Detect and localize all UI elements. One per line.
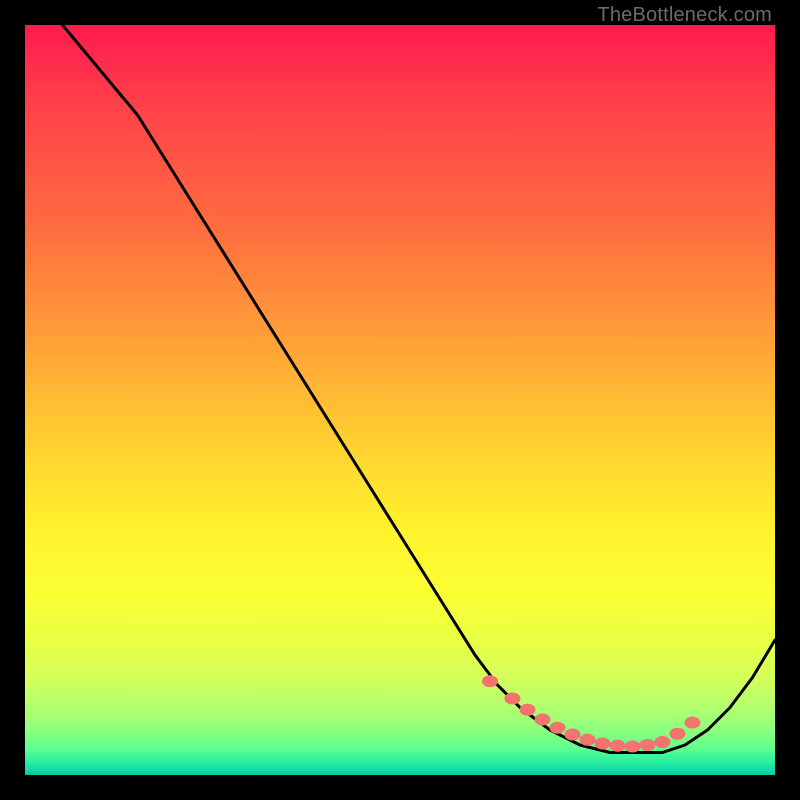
gradient-plot-area bbox=[25, 25, 775, 775]
dot-marker-icon bbox=[670, 728, 686, 740]
watermark-label: TheBottleneck.com bbox=[597, 4, 772, 27]
dot-marker-icon bbox=[610, 740, 626, 752]
dot-marker-icon bbox=[685, 717, 701, 729]
dot-marker-icon bbox=[580, 734, 596, 746]
dots-group bbox=[482, 675, 701, 752]
dot-marker-icon bbox=[640, 739, 656, 751]
chart-svg bbox=[25, 25, 775, 775]
dot-marker-icon bbox=[655, 736, 671, 748]
dot-marker-icon bbox=[482, 675, 498, 687]
dot-marker-icon bbox=[520, 704, 536, 716]
dot-marker-icon bbox=[565, 729, 581, 741]
dot-marker-icon bbox=[550, 722, 566, 734]
curve-path bbox=[63, 25, 776, 753]
chart-stage: TheBottleneck.com bbox=[0, 0, 800, 800]
dot-marker-icon bbox=[535, 714, 551, 726]
dot-marker-icon bbox=[595, 738, 611, 750]
dot-marker-icon bbox=[505, 693, 521, 705]
dot-marker-icon bbox=[625, 741, 641, 753]
